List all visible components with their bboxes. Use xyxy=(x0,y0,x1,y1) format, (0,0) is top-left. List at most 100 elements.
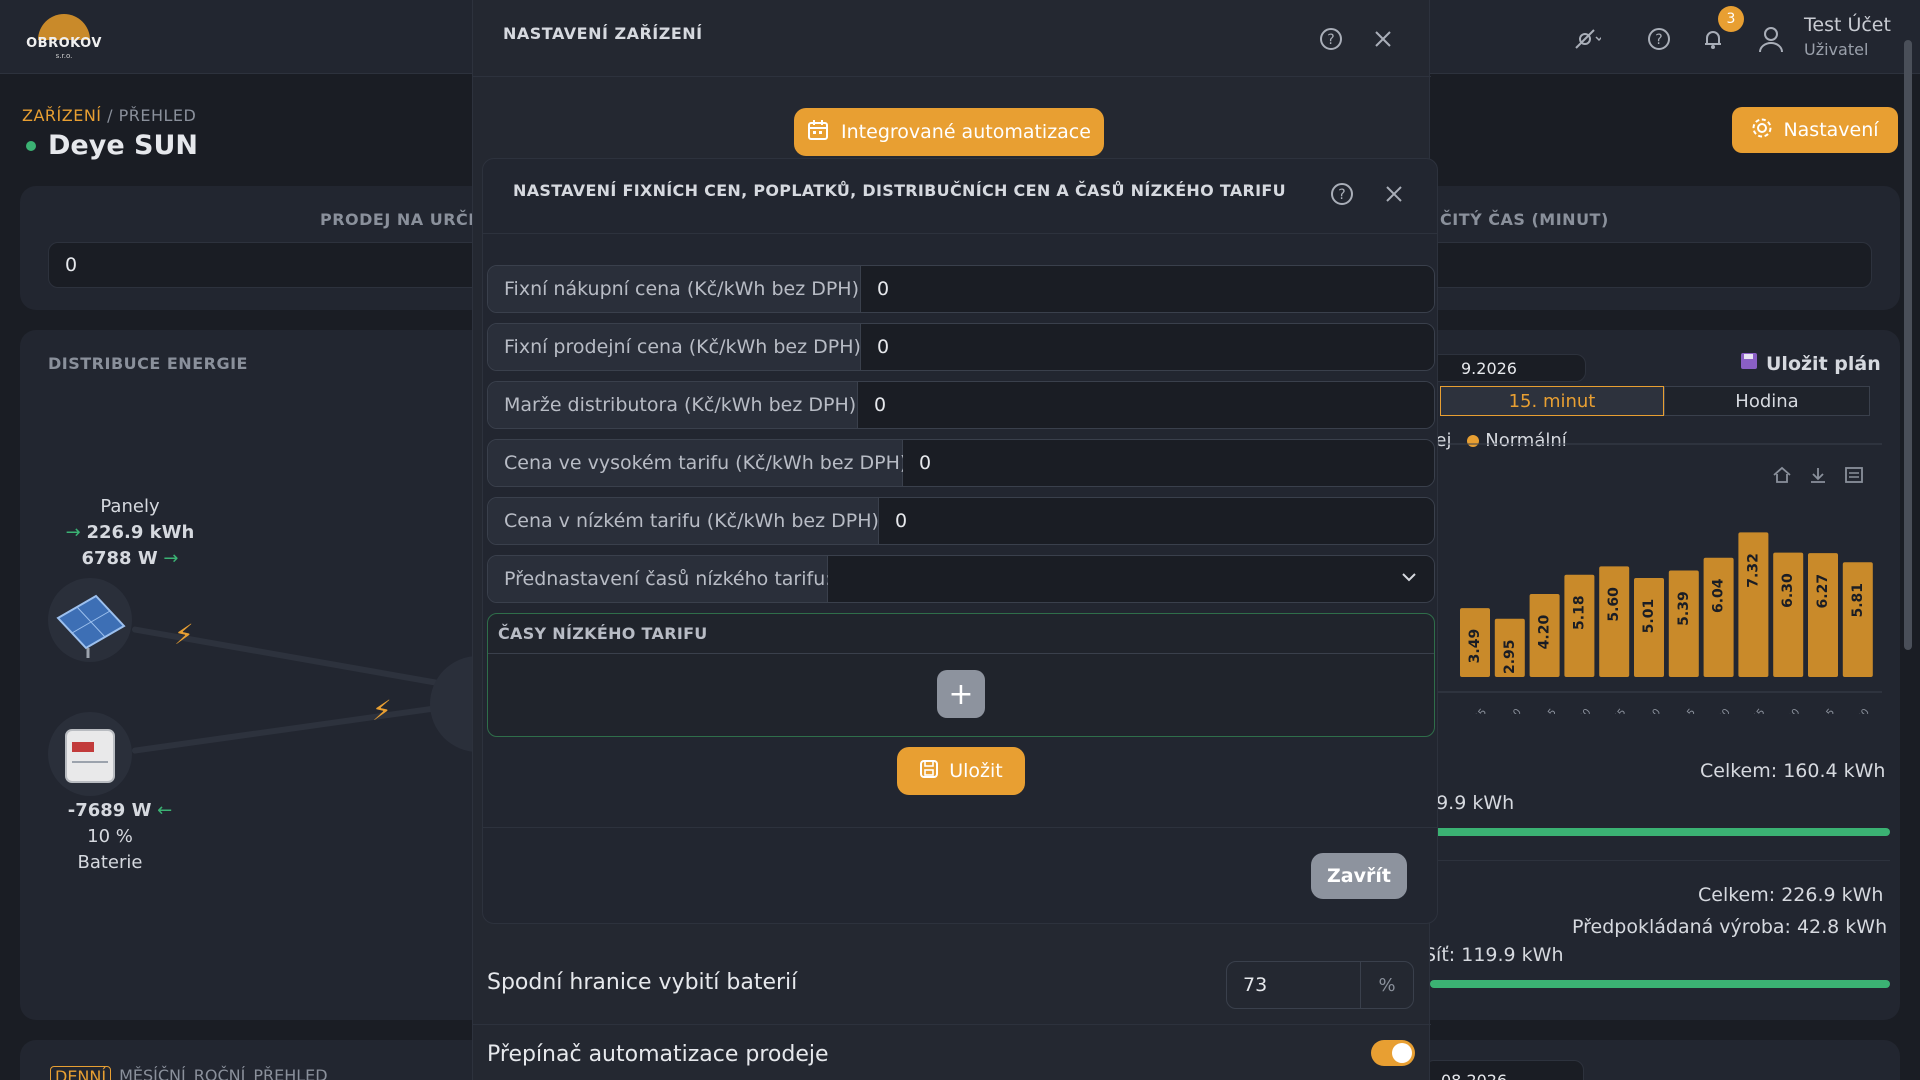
chart-toolbar xyxy=(1772,466,1864,488)
tab-yearly[interactable]: ROČNÍ xyxy=(194,1066,246,1080)
low-tariff-preset-row: Přednastavení časů nízkého tarifu: xyxy=(487,555,1435,603)
home-icon[interactable] xyxy=(1772,466,1792,488)
lightning-icon: ⚡ xyxy=(372,694,392,727)
plus-icon: + xyxy=(948,676,974,712)
time-input[interactable] xyxy=(1420,242,1872,288)
chart-data-label: 5.39 xyxy=(1676,591,1692,626)
modal-header-divider xyxy=(473,76,1431,77)
divider xyxy=(1430,860,1890,861)
low-tariff-price-input[interactable]: 0 xyxy=(879,498,1434,544)
save-plan-label: Uložit plán xyxy=(1766,352,1881,375)
chart-bar[interactable] xyxy=(1773,552,1804,677)
calendar-icon xyxy=(807,119,829,146)
save-plan-button[interactable]: Uložit plán xyxy=(1740,352,1881,375)
notification-badge: 3 xyxy=(1718,6,1744,32)
logo-subtext: s.r.o. xyxy=(55,52,73,60)
close-button[interactable]: Zavřít xyxy=(1311,853,1407,899)
breadcrumb-devices[interactable]: ZAŘÍZENÍ xyxy=(22,106,102,125)
save-button-label: Uložit xyxy=(949,760,1003,782)
consumption-progress xyxy=(1430,828,1890,836)
integrated-automation-button[interactable]: Integrované automatizace xyxy=(794,108,1104,156)
user-role: Uživatel xyxy=(1804,40,1869,59)
close-icon[interactable] xyxy=(1368,24,1398,54)
battery-limit-input[interactable]: 73 xyxy=(1227,962,1361,1008)
chart-data-label: 5.81 xyxy=(1850,583,1866,618)
solar-panel-node[interactable] xyxy=(48,578,132,662)
breadcrumb-separator: / xyxy=(101,106,119,125)
date-picker[interactable]: 9.2026 xyxy=(1424,354,1586,382)
chart-bar[interactable] xyxy=(1703,557,1734,677)
battery-label: Baterie xyxy=(77,852,143,873)
predicted-production: Předpokládaná výroba: 42.8 kWh xyxy=(1572,916,1888,938)
distributor-margin-input[interactable]: 0 xyxy=(858,382,1434,428)
production-progress xyxy=(1430,980,1890,988)
gear-icon xyxy=(1751,117,1773,144)
low-tariff-preset-label: Přednastavení časů nízkého tarifu: xyxy=(488,556,832,602)
chart-data-label: 7.32 xyxy=(1745,553,1761,588)
lightning-icon: ⚡ xyxy=(174,618,194,651)
auto-sell-toggle[interactable] xyxy=(1371,1040,1415,1066)
add-tariff-time-button[interactable]: + xyxy=(937,670,985,718)
tab-15-minutes[interactable]: 15. minut xyxy=(1440,386,1664,416)
tab-monthly[interactable]: MĚSÍČNÍ xyxy=(119,1066,186,1080)
consumption-total: Celkem: 160.4 kWh xyxy=(1700,760,1886,782)
tab-hour[interactable]: Hodina xyxy=(1664,386,1870,416)
energy-distribution-label: DISTRIBUCE ENERGIE xyxy=(48,354,248,373)
high-tariff-price-input[interactable]: 0 xyxy=(903,440,1434,486)
menu-icon[interactable] xyxy=(1844,466,1864,488)
chart-data-label: 5.18 xyxy=(1571,595,1587,630)
percent-unit: % xyxy=(1378,974,1396,996)
distributor-margin-label: Marže distributora (Kč/kWh bez DPH): xyxy=(488,382,863,428)
battery-power: -7689 W ← xyxy=(67,800,173,821)
chart-bar[interactable] xyxy=(1808,553,1838,677)
status-online-dot xyxy=(26,141,36,151)
sell-input[interactable]: 0 xyxy=(48,242,488,288)
chart-bar[interactable] xyxy=(1842,562,1873,677)
low-tariff-times-section: ČASY NÍZKÉHO TARIFU + xyxy=(487,613,1435,737)
settings-button-label: Nastavení xyxy=(1783,119,1879,141)
save-button[interactable]: Uložit xyxy=(897,747,1025,795)
time-label: ČITÝ ČAS (MINUT) xyxy=(1440,210,1609,229)
floppy-icon xyxy=(1740,352,1758,375)
fixed-prices-title: NASTAVENÍ FIXNÍCH CEN, POPLATKŮ, DISTRIB… xyxy=(513,181,1286,200)
settings-button[interactable]: Nastavení xyxy=(1732,107,1898,153)
low-tariff-price-label: Cena v nízkém tarifu (Kč/kWh bez DPH): xyxy=(488,498,885,544)
close-icon[interactable] xyxy=(1379,179,1409,209)
distributor-margin-row: Marže distributora (Kč/kWh bez DPH): 0 xyxy=(487,381,1435,429)
page-scrollbar[interactable] xyxy=(1904,40,1912,650)
fixed-sell-price-input[interactable]: 0 xyxy=(861,324,1434,370)
arrow-left-icon: ← xyxy=(157,800,173,821)
tab-overview[interactable]: PŘEHLED xyxy=(253,1066,327,1080)
battery-node[interactable] xyxy=(48,712,132,796)
panels-energy: → 226.9 kWh xyxy=(65,522,195,543)
panels-power: 6788 W → xyxy=(81,548,179,569)
page-title: Deye SUN xyxy=(48,130,199,161)
tab-daily[interactable]: DENNÍ xyxy=(50,1066,112,1080)
arrow-right-icon: → xyxy=(65,522,81,543)
low-tariff-preset-select[interactable] xyxy=(828,556,1434,602)
help-icon[interactable]: ? xyxy=(1327,179,1357,209)
user-name[interactable]: Test Účet xyxy=(1804,14,1891,36)
battery-limit-field[interactable]: 73 % xyxy=(1226,961,1414,1009)
chart-data-label: 2.95 xyxy=(1502,639,1518,674)
auto-sell-label: Přepínač automatizace prodeje xyxy=(487,1042,829,1067)
download-icon[interactable] xyxy=(1808,466,1828,488)
history-date-picker[interactable]: 08.2026 xyxy=(1424,1060,1584,1080)
battery-percent: 10 % xyxy=(87,826,133,847)
user-avatar-icon[interactable] xyxy=(1756,24,1786,54)
help-icon[interactable]: ? xyxy=(1316,24,1346,54)
company-logo[interactable]: OBROKOV s.r.o. xyxy=(26,14,102,60)
breadcrumb: ZAŘÍZENÍ / PŘEHLED xyxy=(22,106,196,125)
modal-header-divider xyxy=(483,233,1437,234)
history-tabs: DENNÍ MĚSÍČNÍ ROČNÍ PŘEHLED xyxy=(50,1066,328,1080)
modal-footer-divider xyxy=(483,827,1437,828)
device-settings-title: NASTAVENÍ ZAŘÍZENÍ xyxy=(503,24,703,43)
svg-text:?: ? xyxy=(1338,187,1345,203)
weather-mode-icon[interactable] xyxy=(1572,24,1602,54)
battery-icon xyxy=(65,729,115,783)
fixed-buy-price-row: Fixní nákupní cena (Kč/kWh bez DPH): 0 xyxy=(487,265,1435,313)
chart-data-label: 3.49 xyxy=(1467,629,1483,664)
help-icon[interactable]: ? xyxy=(1644,24,1674,54)
chart-data-label: 6.30 xyxy=(1780,573,1796,608)
fixed-buy-price-input[interactable]: 0 xyxy=(861,266,1434,312)
